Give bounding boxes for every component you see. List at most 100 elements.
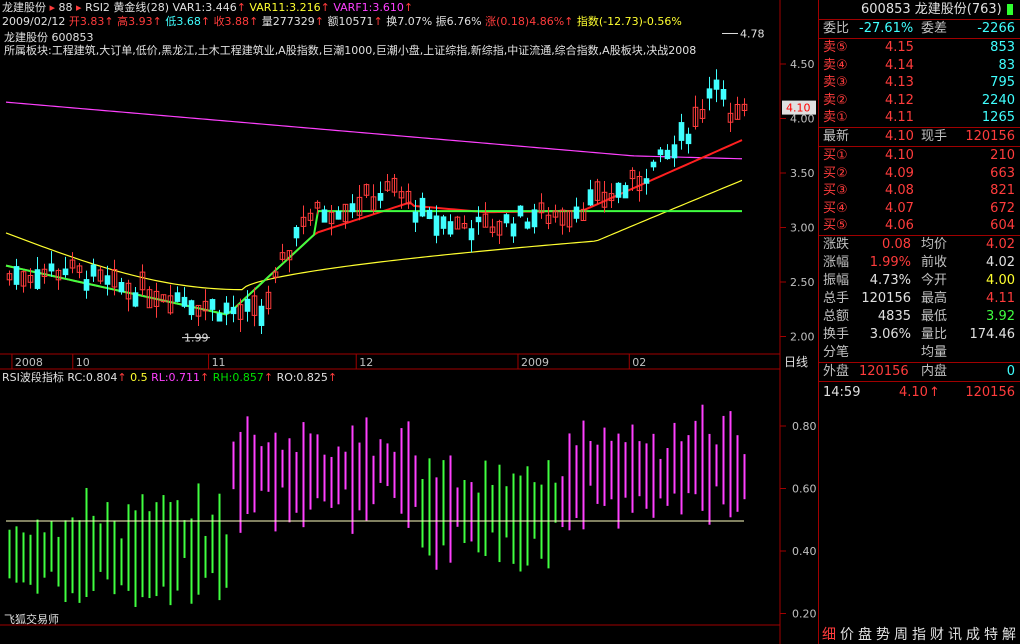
bottom-tabs: 细价盘势周指财讯成特解 [822, 624, 1020, 644]
sell-row: 卖⑤ 4.15 853 [821, 39, 1019, 56]
rsi-title: RSI波段指标 [2, 371, 64, 384]
sell-volume: 853 [990, 40, 1015, 55]
up-arrow-icon: ↑ [263, 371, 274, 384]
candle-body [587, 189, 594, 206]
panel-tab-1[interactable]: 价 [840, 624, 854, 644]
stat-value: 4.02 [986, 237, 1015, 252]
flag-icon: ▸ [49, 1, 56, 14]
price-tick-label: 3.00 [790, 222, 815, 235]
candle-body [223, 302, 230, 314]
sell-label: 卖③ [823, 75, 848, 91]
buy-volume: 604 [990, 218, 1015, 234]
candle-body [209, 299, 216, 310]
scroll-indicator-icon[interactable] [1007, 4, 1013, 15]
buy-volume: 210 [990, 148, 1015, 163]
date-tick-label: 2008 [15, 356, 43, 369]
period-label[interactable]: 日线 [784, 356, 808, 369]
panel-tab-4[interactable]: 周 [894, 624, 908, 644]
panel-tab-10[interactable]: 解 [1002, 624, 1016, 644]
waipan-value: 120156 [859, 364, 909, 379]
stat-label: 均量 [921, 345, 948, 360]
low-price: 低3.68 [165, 15, 201, 28]
candle-body [48, 263, 55, 272]
panel-tab-0[interactable]: 细 [822, 624, 836, 644]
kline-chart[interactable]: 4.504.003.503.002.502.00 2008 10 11 12 2009 0… [0, 0, 818, 644]
candle-body [377, 193, 384, 201]
turnover: 换7.07% [386, 15, 433, 28]
stat-value: 4835 [877, 309, 911, 324]
weicha-value: -2266 [977, 21, 1015, 36]
waipan-row: 外盘 120156 内盘 0 [821, 363, 1019, 380]
close-price: 收3.88 [213, 15, 250, 28]
candle-body [440, 216, 447, 229]
panel-tab-9[interactable]: 特 [984, 624, 998, 644]
stat-label: 前收 [921, 255, 948, 270]
candle-body [685, 133, 692, 145]
rsi-rh: RH:0.857 [212, 371, 264, 384]
buy-volume: 663 [990, 165, 1015, 181]
code-title: 600853 龙建股份(763) [861, 2, 1002, 17]
stat-label: 最高 [921, 291, 948, 306]
panel-tab-2[interactable]: 盘 [858, 624, 872, 644]
stat-value: 4.73% [869, 273, 911, 288]
candle-body [181, 296, 188, 307]
ma-short-line [5, 139, 743, 316]
sell-price: 4.12 [885, 92, 914, 108]
stat-value: 4.02 [986, 255, 1015, 270]
latest-label: 最新 [823, 129, 850, 144]
candle-body [650, 161, 657, 168]
stat-row: 振幅 4.73% 今开 4.00 [821, 272, 1019, 289]
buy-label: 买④ [823, 200, 848, 216]
candle-body [531, 209, 538, 228]
rsi-axis: 0.80 0.60 0.40 0.20 [780, 420, 817, 621]
candle-body [90, 264, 97, 277]
candle-body [657, 149, 664, 156]
change: 涨(0.18)4.86% [485, 15, 565, 28]
sell-row: 卖④ 4.14 83 [821, 57, 1019, 74]
candle-body [510, 223, 517, 237]
varf1-value: VARF1:3.610 [333, 1, 404, 14]
buy-price: 4.07 [885, 200, 914, 216]
tick-row: 14:59 4.10 ↑ 120156 [821, 384, 1019, 401]
stat-label: 振幅 [823, 273, 850, 288]
buy-volume: 821 [990, 183, 1015, 199]
date-tick-label: 2009 [521, 356, 549, 369]
date-axis: 2008 10 11 12 2009 02 [11, 354, 646, 369]
sell-label: 卖④ [823, 57, 848, 73]
rsi-tick-label: 0.20 [792, 608, 817, 621]
stat-label: 均价 [921, 237, 948, 252]
price-tick-label: 4.50 [790, 58, 815, 71]
panel-tab-5[interactable]: 指 [912, 624, 926, 644]
rsi-tick-label: 0.80 [792, 420, 817, 433]
panel-tab-6[interactable]: 财 [930, 624, 944, 644]
buy-volume: 672 [990, 200, 1015, 216]
up-arrow-icon: ↑ [200, 15, 211, 28]
rsi-rc: RC:0.804 [67, 371, 118, 384]
candle-body [664, 149, 671, 160]
candle-body [678, 122, 685, 141]
stat-value: 4.11 [986, 291, 1015, 306]
candle-body [132, 292, 139, 307]
up-arrow-icon: ↑ [117, 371, 127, 384]
amplitude: 振6.76% [435, 15, 482, 28]
panel-tab-3[interactable]: 势 [876, 624, 890, 644]
candle-body [13, 266, 20, 285]
date-tick-label: 11 [212, 356, 226, 369]
panel-tab-8[interactable]: 成 [966, 624, 980, 644]
stat-label: 总手 [823, 291, 850, 306]
stat-value: 0.08 [882, 237, 911, 252]
sell-volume: 83 [998, 57, 1015, 73]
chart-frame [0, 0, 781, 644]
amount: 额10571 [327, 15, 374, 28]
candle-body [468, 228, 475, 241]
candle-body [615, 182, 622, 198]
panel-tab-7[interactable]: 讯 [948, 624, 962, 644]
candle-body [475, 216, 482, 223]
stat-value: 1.99% [869, 255, 911, 270]
buy-row: 买② 4.09 663 [821, 165, 1019, 182]
candle-body [412, 211, 419, 223]
xianshou-label: 现手 [921, 129, 948, 144]
candle-body [118, 282, 125, 293]
up-arrow-icon: ↑ [236, 1, 246, 14]
buy-label: 买⑤ [823, 218, 848, 234]
